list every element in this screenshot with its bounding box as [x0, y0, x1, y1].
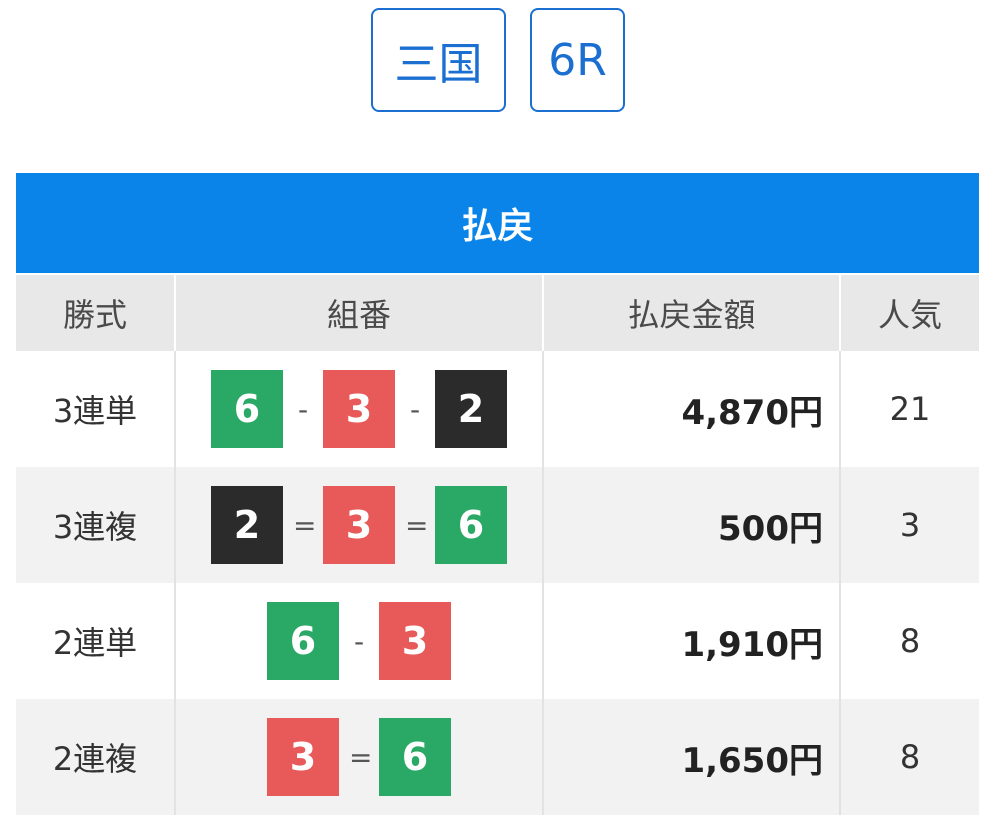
race-number-label: 6R [548, 34, 607, 86]
popularity-cell: 3 [838, 467, 980, 583]
combination-separator: - [409, 392, 421, 426]
venue-chip[interactable]: 三国 [371, 8, 506, 112]
race-number-chip[interactable]: 6R [530, 8, 625, 112]
table-row: 2連複 3 = 6 1,650円 8 [16, 699, 980, 815]
header-payout-amount: 払戻金額 [542, 273, 840, 351]
boat-number-badge: 2 [211, 486, 283, 564]
header-combination: 組番 [174, 273, 543, 351]
bet-type-cell: 2連単 [16, 583, 175, 699]
payout-amount-cell: 1,910円 [542, 583, 840, 699]
combination-cell: 6-3 [174, 583, 543, 699]
combination-separator: = [405, 508, 429, 542]
boat-number-badge: 3 [379, 602, 451, 680]
combination-cell: 2 = 3 = 6 [174, 467, 543, 583]
combination-separator: = [293, 508, 317, 542]
bet-type-cell: 2連複 [16, 699, 175, 815]
combination: 2 = 3 = 6 [176, 486, 542, 564]
combination-separator: - [353, 624, 365, 658]
table-row: 3連複 2 = 3 = 6 500円 3 [16, 467, 980, 583]
header-bet-type: 勝式 [16, 273, 175, 351]
venue-label: 三国 [394, 39, 483, 90]
popularity-cell: 8 [838, 699, 980, 815]
table-row: 2連単 6-3 1,910円 8 [16, 583, 980, 699]
boat-number-badge: 6 [267, 602, 339, 680]
combination: 6-3 [176, 602, 542, 680]
combination-separator: = [349, 740, 373, 774]
bet-type-cell: 3連複 [16, 467, 175, 583]
header-popularity: 人気 [838, 273, 980, 351]
boat-number-badge: 3 [267, 718, 339, 796]
bet-type-cell: 3連単 [16, 351, 175, 467]
combination: 3 = 6 [176, 718, 542, 796]
combination-cell: 6-3-2 [174, 351, 543, 467]
boat-number-badge: 6 [435, 486, 507, 564]
table-row: 3連単 6-3-2 4,870円 21 [16, 351, 980, 467]
payout-amount-cell: 4,870円 [542, 351, 840, 467]
combination-separator: - [297, 392, 309, 426]
popularity-cell: 21 [838, 351, 980, 467]
boat-number-badge: 3 [323, 486, 395, 564]
boat-number-badge: 6 [211, 370, 283, 448]
combination-cell: 3 = 6 [174, 699, 543, 815]
payout-amount-cell: 500円 [542, 467, 840, 583]
payout-table-title: 払戻 [16, 173, 980, 274]
payout-amount-cell: 1,650円 [542, 699, 840, 815]
boat-number-badge: 6 [379, 718, 451, 796]
combination: 6-3-2 [176, 370, 542, 448]
boat-number-badge: 2 [435, 370, 507, 448]
payout-table: 払戻 勝式 組番 払戻金額 人気 3連単 6-3-2 4,870円 21 3連複 2 = 3 =… [16, 173, 980, 815]
boat-number-badge: 3 [323, 370, 395, 448]
popularity-cell: 8 [838, 583, 980, 699]
